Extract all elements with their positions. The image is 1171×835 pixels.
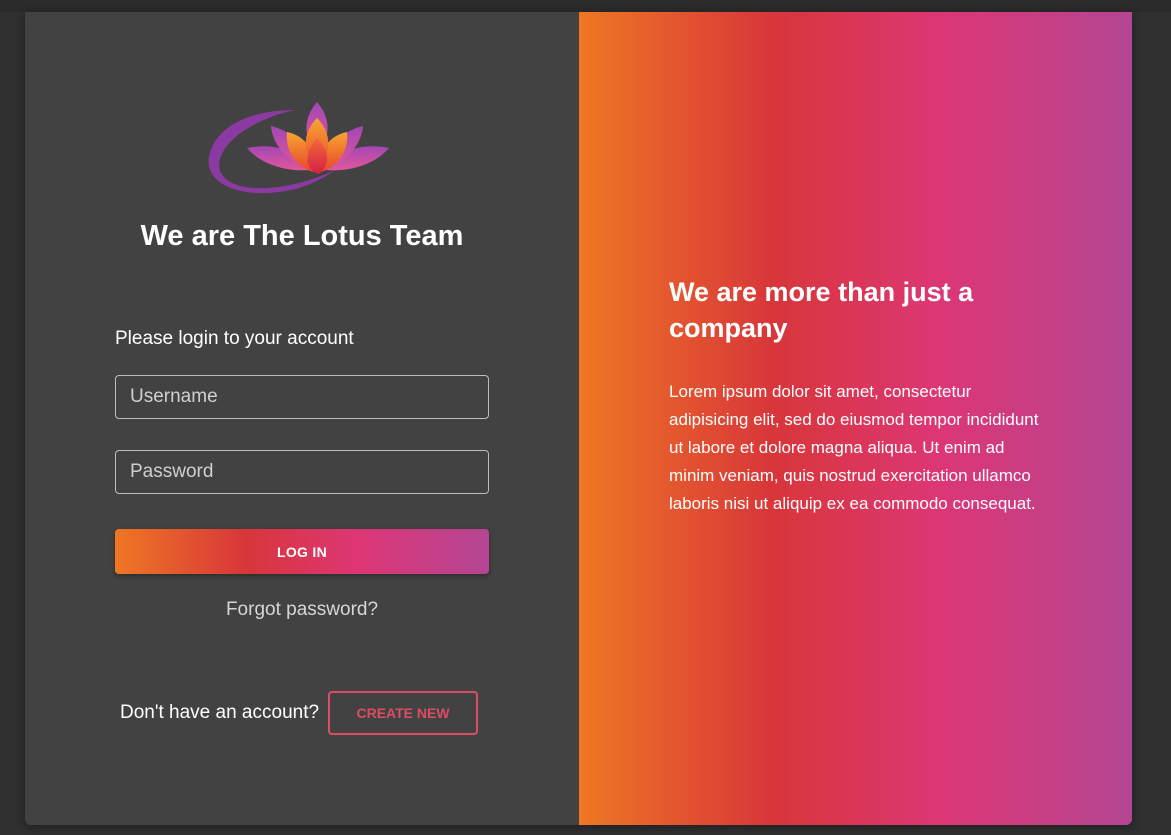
lotus-icon (208, 102, 389, 194)
promo-title: We are more than just a company (669, 277, 974, 343)
login-card: We are The Lotus Team Please login to yo… (25, 12, 1132, 825)
create-account-button[interactable]: CREATE NEW (328, 691, 479, 735)
login-panel: We are The Lotus Team Please login to yo… (25, 12, 579, 825)
password-input[interactable] (115, 450, 489, 494)
signup-row: Don't have an account? CREATE NEW (120, 691, 479, 735)
login-prompt: Please login to your account (115, 328, 354, 349)
team-title: We are The Lotus Team (140, 220, 464, 252)
promo-content: We are more than just a company Lorem ip… (669, 274, 1049, 518)
forgot-password-link[interactable]: Forgot password? (25, 599, 579, 621)
promo-panel: We are more than just a company Lorem ip… (579, 12, 1132, 825)
promo-body: Lorem ipsum dolor sit amet, consectetur … (669, 382, 1039, 513)
top-bar (0, 0, 1171, 12)
no-account-text: Don't have an account? (120, 702, 320, 723)
username-input[interactable] (115, 375, 489, 419)
login-button[interactable]: LOG IN (115, 529, 489, 574)
